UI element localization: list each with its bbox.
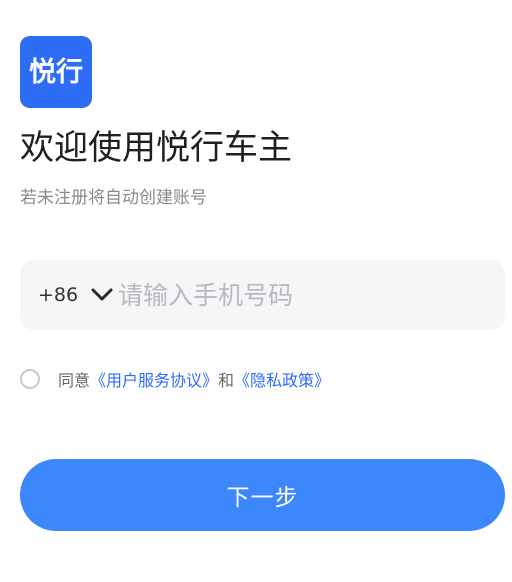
- agreement-conjunction: 和: [218, 371, 235, 390]
- country-code-label: +86: [38, 284, 79, 306]
- app-logo-text: 悦行: [29, 56, 83, 88]
- next-button[interactable]: 下一步: [20, 459, 505, 531]
- chevron-down-icon: [90, 283, 114, 307]
- app-logo: 悦行: [20, 36, 92, 108]
- phone-input-group: +86: [20, 260, 505, 330]
- phone-number-input[interactable]: [118, 260, 488, 330]
- page-subtitle: 若未注册将自动创建账号: [20, 188, 207, 208]
- country-code-selector[interactable]: +86: [20, 260, 118, 330]
- user-agreement-link[interactable]: 《用户服务协议》: [90, 367, 218, 391]
- agreement-prefix: 同意: [58, 371, 91, 390]
- agreement-radio[interactable]: [20, 369, 40, 389]
- privacy-policy-link[interactable]: 《隐私政策》: [234, 367, 330, 391]
- agreement-row: 同意 《用户服务协议》 和 《隐私政策》: [20, 366, 330, 392]
- page-title: 欢迎使用悦行车主: [20, 128, 292, 168]
